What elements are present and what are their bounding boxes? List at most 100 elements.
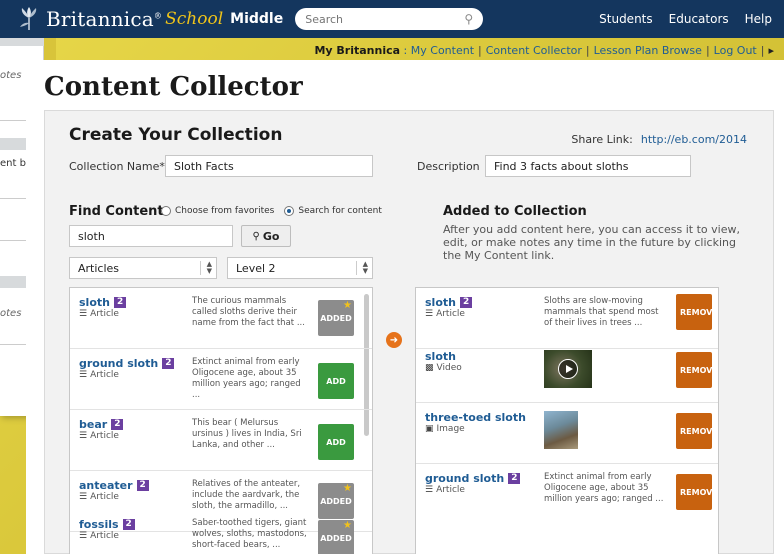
collection-item-title[interactable]: sloth 2 — [425, 296, 473, 309]
remove-button-label: REMOVE — [680, 426, 712, 436]
radio-choose-favorites[interactable] — [161, 206, 171, 216]
added-to-collection-help: After you add content here, you can acce… — [443, 223, 740, 262]
level-badge: 2 — [136, 480, 149, 491]
collection-item: three-toed sloth ▣Image REMOVE — [416, 403, 718, 464]
collection-item-type-text: Video — [436, 363, 462, 373]
separator: | — [478, 44, 482, 57]
collection-name-input[interactable]: Sloth Facts — [165, 155, 373, 177]
account-links: My Britannica : My Content | Content Colle… — [314, 44, 774, 57]
add-button[interactable]: ADD — [318, 363, 354, 399]
added-button[interactable]: ADDED ★ — [318, 520, 354, 554]
radio-search-content[interactable] — [284, 206, 295, 216]
search-mode-options: Choose from favorites Search for content — [161, 206, 382, 216]
remove-button-label: REMOVE — [680, 307, 712, 317]
result-title[interactable]: anteater 2 — [79, 479, 149, 492]
result-type: ☰ Article — [79, 370, 119, 380]
separator: | — [705, 44, 710, 57]
result-type: ☰ Article — [79, 431, 119, 441]
nav-link-educators[interactable]: Educators — [669, 12, 729, 26]
collection-item-title[interactable]: ground sloth 2 — [425, 472, 521, 485]
collection-item-title[interactable]: sloth — [425, 350, 456, 363]
share-link-label: Share Link: — [571, 133, 633, 146]
article-icon: ☰ — [425, 485, 434, 495]
collection-item-type: ▩ Video — [425, 363, 462, 373]
level-badge: 2 — [459, 297, 473, 308]
article-icon: ☰ — [79, 492, 88, 502]
bg-window-fragment: otes — [0, 308, 22, 319]
collection-item-title-text: sloth — [425, 350, 456, 363]
article-icon: ☰ — [425, 309, 434, 319]
site-search-input[interactable] — [305, 12, 436, 26]
result-title-text: bear — [79, 418, 108, 431]
top-navigation-bar: Britannica® School Middle ⚲ Students Edu… — [0, 0, 784, 38]
content-type-value: Articles — [78, 262, 120, 275]
remove-button[interactable]: REMOVE — [676, 413, 712, 449]
thistle-icon — [20, 7, 37, 30]
star-icon: ★ — [343, 483, 352, 494]
result-type: ☰ Article — [79, 309, 119, 319]
result-title-text: anteater — [79, 479, 133, 492]
collection-item-title-text: three-toed sloth — [425, 411, 526, 424]
remove-button[interactable]: REMOVE — [676, 352, 712, 388]
result-description: This bear ( Melursus ursinus ) lives in … — [192, 418, 302, 450]
add-button[interactable]: ADD — [318, 424, 354, 460]
video-thumbnail[interactable] — [544, 350, 592, 388]
link-log-out[interactable]: Log Out — [714, 44, 757, 57]
search-icon[interactable]: ⚲ — [464, 12, 473, 26]
collection-item-description: Sloths are slow-moving mammals that spen… — [544, 296, 659, 328]
link-lesson-plan-browse[interactable]: Lesson Plan Browse — [594, 44, 702, 57]
collection-item-title[interactable]: three-toed sloth — [425, 411, 526, 424]
collection-item: ground sloth 2 ☰ Article Extinct animal fr… — [416, 464, 718, 525]
remove-button[interactable]: REMOVE — [676, 294, 712, 330]
content-type-select[interactable]: Articles ▲ ▼ — [69, 257, 217, 279]
britannica-school-logo[interactable]: Britannica® School Middle — [16, 6, 283, 32]
collection-item-title-text: ground sloth — [425, 472, 505, 485]
nav-link-students[interactable]: Students — [599, 12, 653, 26]
separator: : — [400, 44, 411, 57]
collection-list: sloth 2 ☰ Article Sloths are slow-moving m… — [415, 287, 719, 554]
collection-item-type: ☰ Article — [425, 309, 465, 319]
level-badge: 2 — [122, 519, 135, 530]
result-title-text: ground sloth — [79, 357, 159, 370]
result-type: ☰ Article — [79, 531, 119, 541]
share-link-url[interactable]: http://eb.com/2014 — [641, 133, 747, 146]
collection-name-label: Collection Name* — [69, 160, 165, 173]
added-button-label: ADDED — [320, 533, 352, 543]
result-title[interactable]: fossils 2 — [79, 518, 135, 531]
added-button-label: ADDED — [320, 313, 352, 323]
result-title-text: sloth — [79, 296, 110, 309]
image-icon: ▣ — [425, 424, 434, 434]
my-britannica-label[interactable]: My Britannica — [314, 44, 400, 57]
article-icon: ☰ — [79, 370, 88, 380]
collection-item-type: ☰ Article — [425, 485, 465, 495]
main-page: Content Collector Create Your Collection… — [26, 60, 784, 554]
result-type-text: Article — [90, 309, 119, 319]
result-title[interactable]: bear 2 — [79, 418, 124, 431]
article-icon: ☰ — [79, 309, 88, 319]
description-input[interactable]: Find 3 facts about sloths — [485, 155, 691, 177]
collection-item-type-text: Article — [436, 309, 465, 319]
result-title-text: fossils — [79, 518, 119, 531]
article-icon: ☰ — [79, 431, 88, 441]
level-select[interactable]: Level 2 ▲ ▼ — [227, 257, 373, 279]
collection-panel: Create Your Collection Share Link: http:/… — [44, 110, 774, 554]
result-type-text: Article — [90, 370, 119, 380]
radio-choose-favorites-label: Choose from favorites — [175, 206, 275, 216]
more-arrow-icon[interactable]: ▸ — [768, 44, 774, 57]
level-badge: 2 — [111, 419, 124, 430]
nav-link-help[interactable]: Help — [745, 12, 772, 26]
result-title[interactable]: ground sloth 2 — [79, 357, 175, 370]
result-title[interactable]: sloth 2 — [79, 296, 127, 309]
result-description: The curious mammals called sloths derive… — [192, 296, 305, 328]
remove-button[interactable]: REMOVE — [676, 474, 712, 510]
collection-item-title-text: sloth — [425, 296, 456, 309]
link-my-content[interactable]: My Content — [411, 44, 474, 57]
added-button[interactable]: ADDED ★ — [318, 300, 354, 336]
go-button[interactable]: ⚲ Go — [241, 225, 291, 247]
remove-button-label: REMOVE — [680, 365, 712, 375]
result-type-text: Article — [90, 531, 119, 541]
image-thumbnail[interactable] — [544, 411, 578, 449]
search-icon: ⚲ — [252, 230, 260, 242]
link-content-collector[interactable]: Content Collector — [486, 44, 582, 57]
content-search-input[interactable]: sloth — [69, 225, 233, 247]
